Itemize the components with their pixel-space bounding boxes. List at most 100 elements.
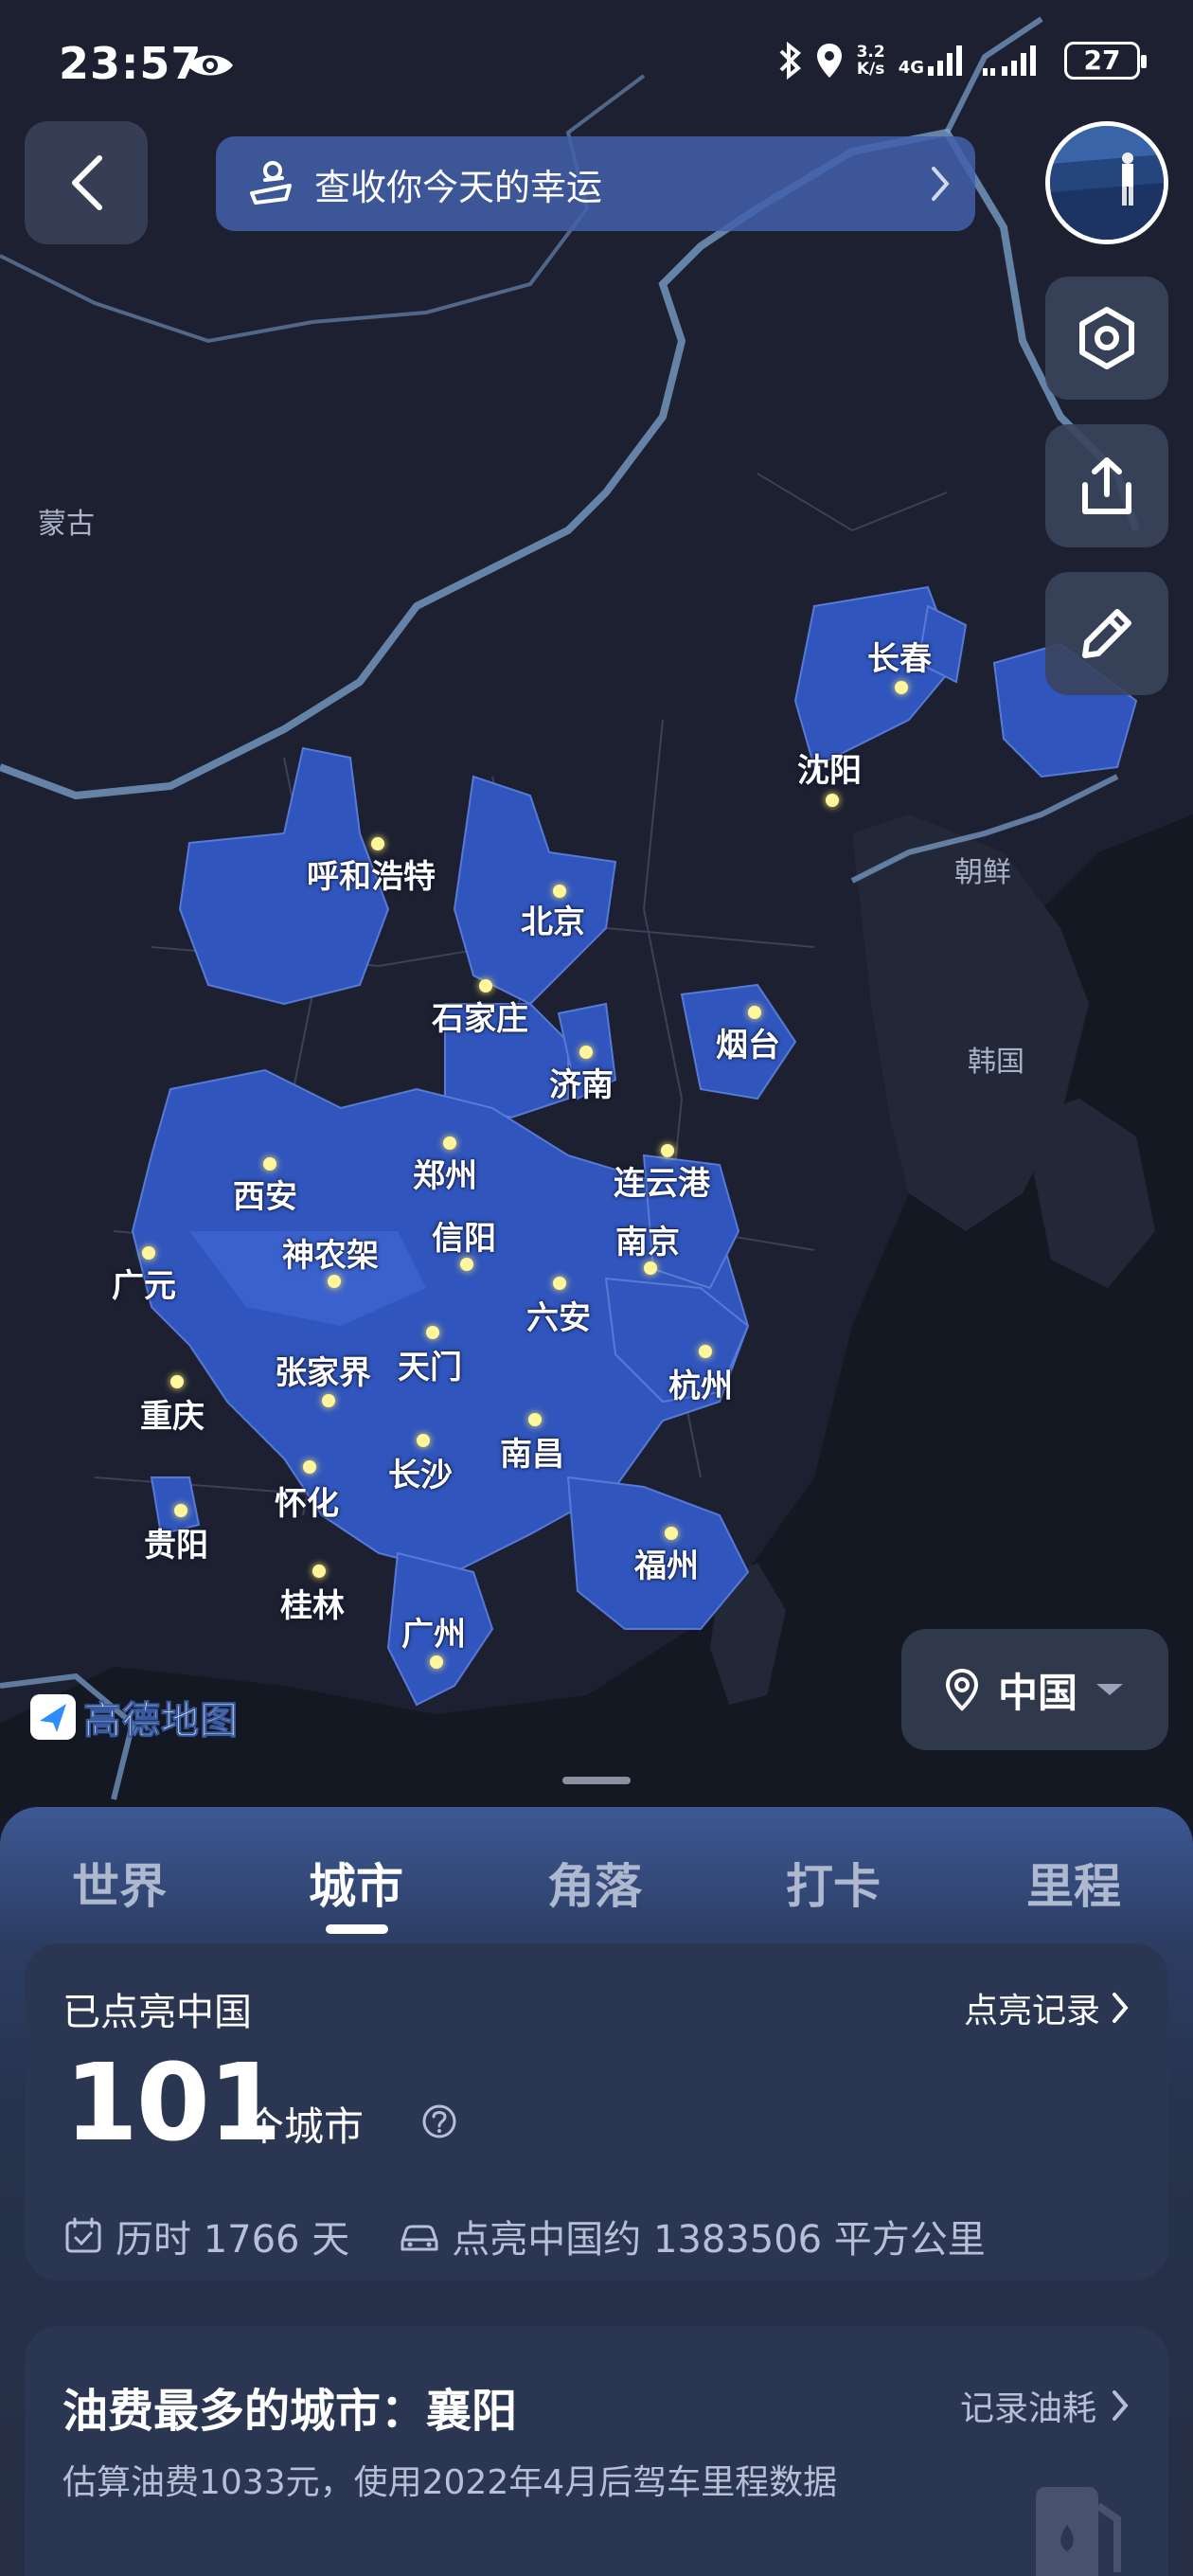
amap-logo: 高德地图 (28, 1690, 239, 1744)
tab-mileage[interactable]: 里程 (1026, 1849, 1121, 1917)
area-text: 点亮中国约 1383506 平方公里 (452, 2218, 986, 2262)
city-dot (303, 1460, 316, 1474)
settings-hexagon-icon (1079, 307, 1134, 369)
map-view[interactable]: 蒙古 朝鲜 韩国 长春 沈阳 呼和浩特 北京 石家庄 烟台 济南 西安 郑州 连… (0, 0, 1193, 1818)
bottom-sheet: 世界 城市 角落 打卡 里程 已点亮中国 点亮记录 101 个城市 历时 176… (0, 1807, 1193, 2576)
city-label[interactable]: 济南 (549, 1059, 614, 1105)
city-label[interactable]: 杭州 (668, 1360, 733, 1406)
fuel-record-label: 记录油耗 (959, 2389, 1096, 2428)
city-count-unit: 个城市 (244, 2103, 365, 2150)
help-icon[interactable] (420, 2102, 458, 2140)
lit-records-link[interactable]: 点亮记录 (964, 1983, 1129, 2032)
city-label[interactable]: 信阳 (432, 1212, 496, 1259)
city-dot (430, 1655, 443, 1669)
edit-button[interactable] (1045, 572, 1168, 695)
country-label-north-korea: 朝鲜 (954, 856, 1011, 889)
city-dot (312, 1565, 326, 1578)
city-label[interactable]: 石家庄 (432, 993, 528, 1039)
city-label[interactable]: 神农架 (282, 1229, 379, 1276)
city-label[interactable]: 长沙 (388, 1449, 453, 1495)
city-label[interactable]: 桂林 (280, 1580, 345, 1626)
fortune-banner[interactable]: 查收你今天的幸运 (216, 136, 975, 231)
fuel-card[interactable]: 油费最多的城市：襄阳 记录油耗 估算油费1033元，使用2022年4月后驾车里程… (25, 2326, 1168, 2576)
stat-row: 历时 1766 天 点亮中国约 1383506 平方公里 (62, 2209, 986, 2263)
city-label[interactable]: 西安 (233, 1171, 297, 1217)
status-bar: 23:57 3.2 K/s 4G 27 (0, 0, 1193, 133)
country-label-mongolia: 蒙古 (38, 508, 95, 541)
car-icon (401, 2225, 438, 2251)
fuel-card-title: 油费最多的城市：襄阳 (62, 2385, 518, 2438)
city-label[interactable]: 北京 (521, 896, 585, 942)
network-type: 4G (898, 58, 924, 78)
city-label[interactable]: 天门 (398, 1341, 462, 1387)
avatar-image (1050, 126, 1164, 240)
city-dot (322, 1394, 335, 1407)
city-label[interactable]: 烟台 (716, 1019, 780, 1065)
city-label[interactable]: 福州 (634, 1540, 699, 1586)
city-dot (263, 1157, 276, 1171)
active-tab-indicator (326, 1924, 388, 1934)
back-button[interactable] (25, 121, 148, 244)
status-time: 23:57 (59, 38, 203, 89)
network-speed-value: 3.2 (856, 43, 885, 62)
fortune-icon (250, 161, 292, 205)
signal-strength-icon (928, 45, 962, 76)
calendar-check-icon (65, 2217, 101, 2253)
city-dot (142, 1246, 155, 1260)
fuel-card-subtitle: 估算油费1033元，使用2022年4月后驾车里程数据 (62, 2463, 838, 2502)
city-dot (328, 1275, 341, 1288)
caret-down-icon (1096, 1684, 1124, 1695)
city-dot (479, 979, 492, 993)
region-selector-label: 中国 (998, 1669, 1078, 1716)
tab-world[interactable]: 世界 (72, 1849, 167, 1917)
city-label[interactable]: 六安 (526, 1292, 591, 1338)
network-speed: 3.2 K/s (857, 44, 885, 78)
city-dot (826, 794, 839, 807)
sheet-grab-handle[interactable] (562, 1777, 631, 1784)
city-label[interactable]: 张家界 (275, 1347, 371, 1393)
city-dot (699, 1345, 712, 1358)
city-dot (460, 1258, 473, 1271)
city-label[interactable]: 重庆 (140, 1390, 205, 1437)
lit-records-label: 点亮记录 (963, 1992, 1100, 2030)
amap-logo-text: 高德地图 (83, 1699, 239, 1744)
settings-button[interactable] (1045, 277, 1168, 400)
chevron-right-icon (1113, 1993, 1129, 2023)
city-dot (661, 1144, 674, 1157)
location-status-icon (816, 44, 842, 78)
city-dot (665, 1527, 678, 1540)
city-dot (579, 1046, 593, 1059)
share-icon (1082, 457, 1131, 514)
city-label[interactable]: 广州 (401, 1608, 466, 1655)
pencil-icon (1082, 609, 1131, 658)
region-selector[interactable]: 中国 (901, 1629, 1168, 1750)
bluetooth-icon (779, 42, 801, 80)
city-label[interactable]: 南京 (615, 1216, 680, 1262)
city-label[interactable]: 广元 (112, 1260, 176, 1306)
city-label[interactable]: 怀化 (275, 1477, 339, 1524)
share-button[interactable] (1045, 424, 1168, 547)
city-label[interactable]: 贵阳 (144, 1519, 208, 1565)
country-label-south-korea: 韩国 (968, 1046, 1024, 1079)
lit-cities-card: 已点亮中国 点亮记录 101 个城市 历时 1766 天 点亮中国约 13835… (25, 1943, 1168, 2281)
chevron-left-icon (72, 155, 102, 210)
city-dot (371, 837, 384, 850)
city-dot (528, 1413, 542, 1426)
city-dot (895, 681, 908, 694)
tab-city[interactable]: 城市 (309, 1849, 403, 1917)
tab-checkin[interactable]: 打卡 (786, 1849, 881, 1917)
fortune-label: 查收你今天的幸运 (314, 166, 603, 208)
city-label[interactable]: 郑州 (413, 1150, 477, 1196)
fuel-pump-icon (1036, 2487, 1121, 2576)
city-label[interactable]: 南昌 (500, 1428, 564, 1475)
lit-cities-title: 已点亮中国 (62, 1991, 252, 2034)
city-label[interactable]: 沈阳 (797, 744, 862, 791)
city-dot (417, 1434, 430, 1447)
fuel-record-link[interactable]: 记录油耗 (960, 2381, 1129, 2430)
city-label[interactable]: 长春 (867, 633, 932, 679)
city-label[interactable]: 连云港 (614, 1157, 710, 1204)
avatar[interactable] (1045, 121, 1168, 244)
city-label[interactable]: 呼和浩特 (307, 850, 436, 897)
signal-strength-icon-2 (983, 45, 1036, 76)
tab-corner[interactable]: 角落 (547, 1849, 642, 1917)
